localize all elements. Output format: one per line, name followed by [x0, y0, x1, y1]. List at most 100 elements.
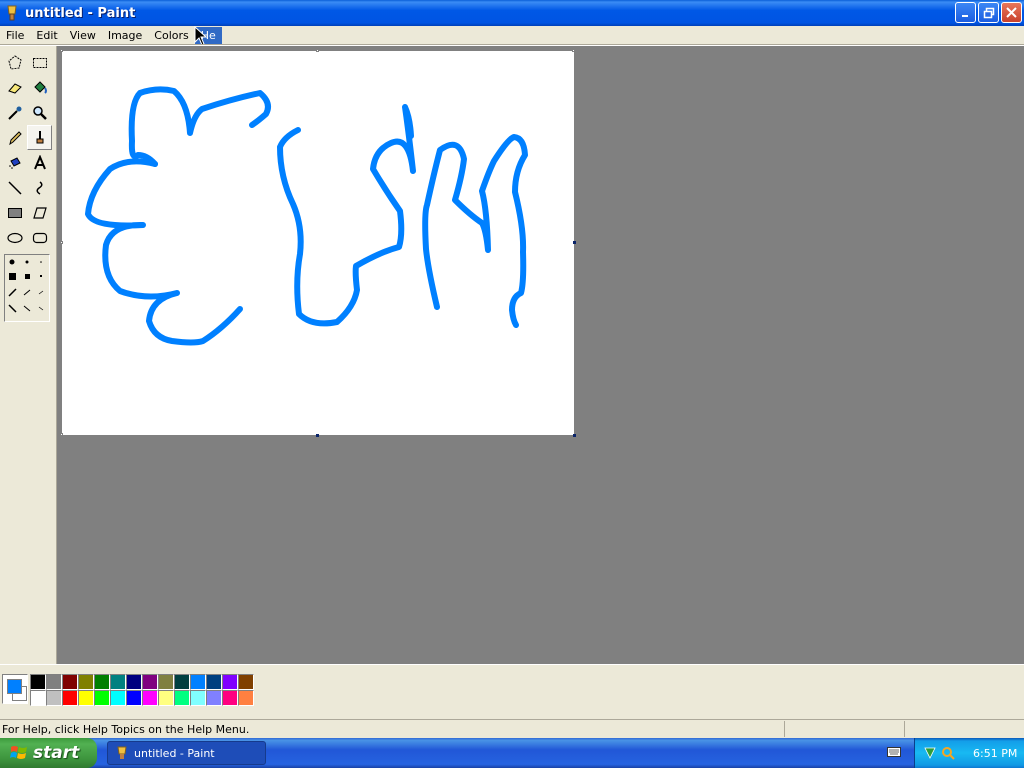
select-tool[interactable] — [27, 50, 52, 75]
brush-options[interactable] — [4, 254, 50, 322]
color-swatch[interactable] — [142, 674, 158, 690]
window-title: untitled - Paint — [25, 5, 136, 21]
color-swatch[interactable] — [30, 690, 46, 706]
status-bar: For Help, click Help Topics on the Help … — [0, 719, 1024, 738]
windows-logo-icon — [10, 746, 27, 759]
menu-view[interactable]: View — [64, 27, 102, 44]
menu-image[interactable]: Image — [102, 27, 148, 44]
line-tool[interactable] — [2, 175, 27, 200]
text-tool[interactable] — [27, 150, 52, 175]
color-swatch[interactable] — [94, 690, 110, 706]
resize-handle-bottom-left — [60, 433, 63, 436]
rectangle-tool[interactable] — [2, 200, 27, 225]
color-swatch[interactable] — [78, 674, 94, 690]
minimize-icon — [961, 14, 968, 17]
color-swatch[interactable] — [110, 690, 126, 706]
status-pane-size — [904, 721, 1024, 737]
color-swatch[interactable] — [174, 674, 190, 690]
color-swatch[interactable] — [110, 674, 126, 690]
status-text: For Help, click Help Topics on the Help … — [2, 722, 250, 736]
polygon-tool[interactable] — [27, 200, 52, 225]
magnifier-tool[interactable] — [27, 100, 52, 125]
color-swatch[interactable] — [174, 690, 190, 706]
airbrush-icon — [8, 156, 21, 169]
curve-tool[interactable] — [27, 175, 52, 200]
close-button[interactable] — [1001, 2, 1022, 23]
color-swatch[interactable] — [206, 690, 222, 706]
color-swatch[interactable] — [222, 690, 238, 706]
select-icon — [32, 57, 47, 68]
brush-icon — [36, 130, 43, 143]
foreground-color-swatch — [7, 679, 22, 694]
resize-handle-bottom-right[interactable] — [573, 434, 576, 437]
color-swatch[interactable] — [46, 690, 62, 706]
color-swatch[interactable] — [30, 674, 46, 690]
line-icon — [7, 180, 22, 195]
color-swatch[interactable] — [46, 674, 62, 690]
taskbar-button-label: untitled - Paint — [134, 746, 215, 760]
airbrush-tool[interactable] — [2, 150, 27, 175]
resize-handle-top — [316, 49, 319, 52]
clock[interactable]: 6:51 PM — [973, 747, 1017, 760]
magnifier-icon — [32, 105, 47, 120]
drawing-canvas[interactable] — [62, 51, 574, 435]
search-icon[interactable] — [941, 746, 955, 760]
brush-tool[interactable] — [27, 125, 52, 150]
maximize-button[interactable] — [978, 2, 999, 23]
brush-shape-options-icon — [8, 259, 44, 313]
fill-tool[interactable] — [27, 75, 52, 100]
network-icon[interactable] — [923, 746, 937, 760]
curve-icon — [36, 180, 42, 195]
rectangle-icon — [7, 207, 22, 218]
color-swatch[interactable] — [158, 690, 174, 706]
color-swatch[interactable] — [206, 674, 222, 690]
minimize-button[interactable] — [955, 2, 976, 23]
pencil-tool[interactable] — [2, 125, 27, 150]
color-swatch[interactable] — [94, 674, 110, 690]
color-swatch[interactable] — [238, 690, 254, 706]
pick-color-tool[interactable] — [2, 100, 27, 125]
close-icon — [1006, 7, 1017, 18]
color-swatch[interactable] — [158, 674, 174, 690]
resize-handle-bottom[interactable] — [316, 434, 319, 437]
start-button[interactable]: start — [0, 738, 97, 768]
resize-handle-right[interactable] — [573, 241, 576, 244]
menu-colors[interactable]: Colors — [148, 27, 194, 44]
resize-handle-top-right — [572, 49, 575, 52]
title-bar[interactable]: untitled - Paint — [0, 0, 1024, 26]
rounded-rectangle-tool[interactable] — [27, 225, 52, 250]
taskbar-button-paint[interactable]: untitled - Paint — [107, 741, 266, 765]
restore-icon — [983, 7, 994, 18]
free-form-select-tool[interactable] — [2, 50, 27, 75]
menu-edit[interactable]: Edit — [30, 27, 63, 44]
paint-app-icon — [117, 746, 127, 759]
menu-bar: File Edit View Image Colors He — [0, 26, 1024, 44]
system-tray: 6:51 PM — [914, 738, 1024, 768]
fill-icon — [33, 80, 47, 94]
color-swatch[interactable] — [62, 690, 78, 706]
eraser-tool[interactable] — [2, 75, 27, 100]
color-swatch[interactable] — [238, 674, 254, 690]
window-controls — [955, 2, 1022, 23]
resize-handle-left — [60, 241, 63, 244]
color-swatch[interactable] — [142, 690, 158, 706]
tool-grid — [2, 50, 52, 250]
color-swatch[interactable] — [62, 674, 78, 690]
ellipse-tool[interactable] — [2, 225, 27, 250]
color-swatch[interactable] — [78, 690, 94, 706]
canvas-area[interactable] — [56, 46, 1024, 664]
brush-strokes — [85, 86, 528, 346]
color-swatch[interactable] — [190, 690, 206, 706]
rounded-rectangle-icon — [32, 232, 47, 243]
color-swatch[interactable] — [190, 674, 206, 690]
color-swatch[interactable] — [126, 690, 142, 706]
polygon-icon — [32, 206, 47, 219]
color-swatch[interactable] — [126, 674, 142, 690]
resize-handle-top-left — [60, 49, 63, 52]
free-form-select-icon — [7, 54, 22, 70]
taskbar: start untitled - Paint 6:51 PM — [0, 738, 1024, 768]
paint-app-icon[interactable] — [4, 5, 20, 21]
menu-file[interactable]: File — [0, 27, 30, 44]
keyboard-icon[interactable] — [887, 747, 901, 757]
color-swatch[interactable] — [222, 674, 238, 690]
